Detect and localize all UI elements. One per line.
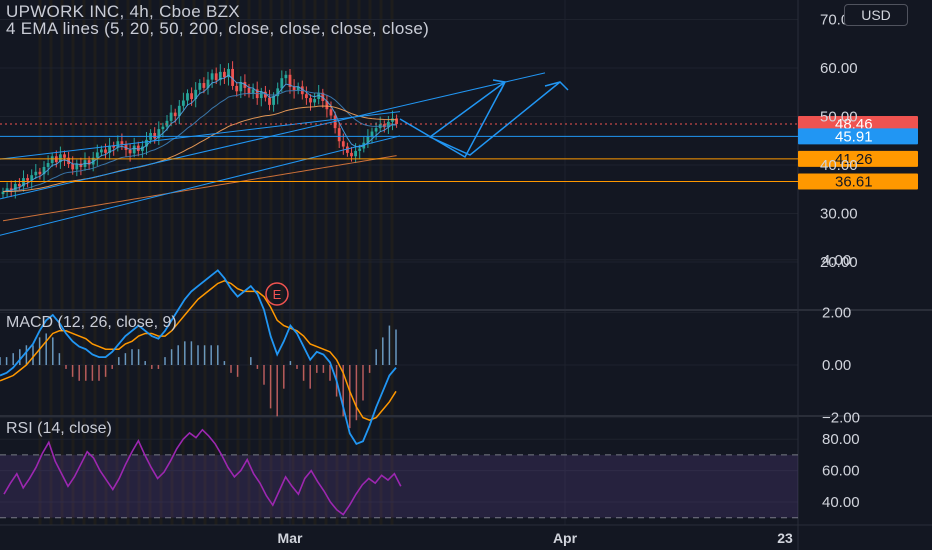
candle-body: [202, 83, 206, 88]
candle-body: [391, 118, 394, 122]
candle-body: [309, 98, 312, 103]
candle-body: [341, 141, 345, 147]
candle-body: [198, 83, 202, 90]
candle-body: [132, 145, 136, 154]
earnings-marker-label: E: [273, 287, 282, 302]
price-tag-label: 36.61: [835, 173, 873, 190]
candle-body: [247, 87, 251, 94]
candle-body: [292, 86, 296, 91]
candle-body: [38, 171, 42, 175]
candle-body: [161, 126, 165, 130]
macd-axis-label: 2.00: [822, 304, 851, 321]
ema-indicator-label[interactable]: 4 EMA lines (5, 20, 50, 200, close, clos…: [6, 19, 429, 39]
candle-body: [190, 93, 193, 100]
candle-body: [374, 128, 378, 132]
candle-body: [169, 112, 173, 121]
candle-body: [104, 149, 107, 153]
price-axis-label: 40.00: [820, 157, 858, 174]
candle-body: [50, 156, 54, 164]
macd-axis-label: 0.00: [822, 357, 851, 374]
candle-body: [153, 132, 157, 139]
candle-body: [358, 148, 362, 151]
candle-body: [235, 85, 239, 92]
candle-body: [182, 100, 185, 106]
candle-body: [71, 164, 75, 170]
candle-body: [173, 112, 177, 117]
macd-indicator-label[interactable]: MACD (12, 26, close, 9): [6, 314, 177, 332]
candle-body: [350, 152, 353, 157]
candle-body: [313, 99, 316, 103]
macd-axis-label: 4.00: [822, 252, 851, 269]
rsi-axis-label: 80.00: [822, 431, 860, 448]
rsi-indicator-label[interactable]: RSI (14, close): [6, 420, 112, 438]
candle-body: [186, 93, 189, 101]
candle-body: [259, 91, 263, 99]
price-axis-label: 60.00: [820, 60, 858, 77]
price-tag-label: 45.91: [835, 128, 873, 145]
rsi-band: [0, 454, 798, 518]
time-axis-label: Mar: [278, 530, 303, 546]
candle-body: [268, 97, 271, 105]
candle-body: [100, 149, 103, 153]
macd-axis-label: −2.00: [822, 410, 860, 427]
rsi-axis-label: 60.00: [822, 463, 860, 480]
candle-body: [214, 73, 218, 81]
candle-body: [34, 171, 38, 176]
candle-body: [284, 74, 288, 79]
currency-button[interactable]: USD: [844, 4, 908, 26]
time-axis-label: 23: [777, 530, 793, 546]
candle-body: [46, 163, 50, 167]
candle-body: [280, 78, 284, 89]
price-chart[interactable]: 48.4645.9141.2636.6120.0030.0040.0050.00…: [0, 0, 932, 550]
candle-body: [337, 128, 341, 142]
candle-body: [329, 109, 333, 116]
candle-body: [210, 73, 214, 80]
candle-body: [305, 94, 308, 99]
candle-body: [136, 145, 140, 151]
time-axis-label: Apr: [553, 530, 578, 546]
candle-body: [18, 183, 21, 187]
price-axis-label: 50.00: [820, 109, 858, 126]
candle-body: [128, 149, 132, 154]
rsi-axis-label: 40.00: [822, 494, 860, 511]
candle-body: [26, 178, 29, 181]
candle-body: [63, 154, 66, 158]
candle-body: [95, 152, 99, 158]
candle-body: [354, 150, 357, 157]
candle-body: [223, 71, 226, 78]
price-axis-label: 30.00: [820, 206, 858, 223]
